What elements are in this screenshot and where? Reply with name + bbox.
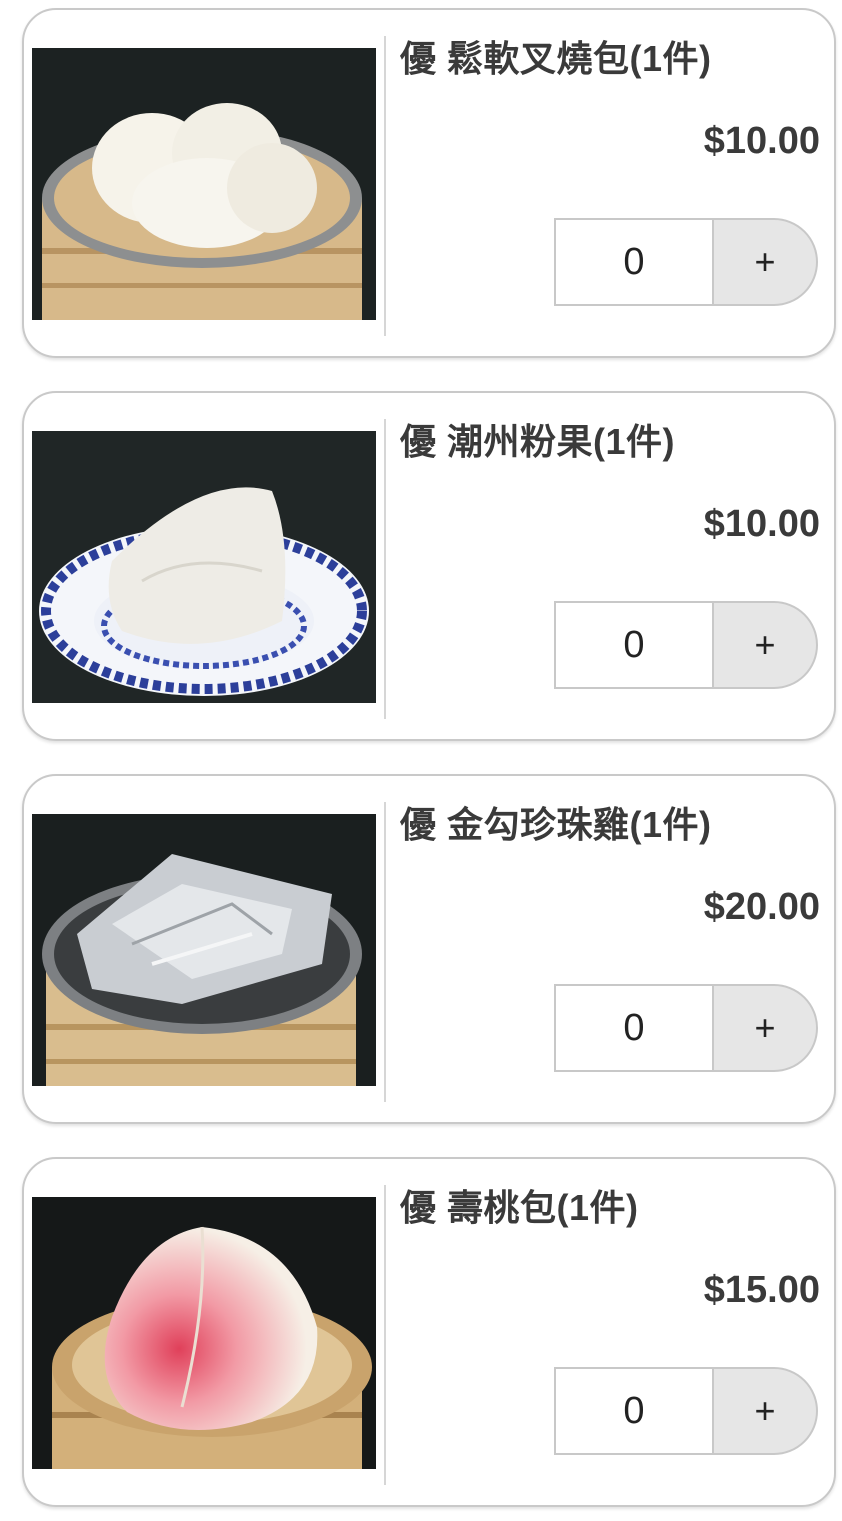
quantity-input[interactable] xyxy=(554,984,712,1072)
card-divider xyxy=(384,802,386,1102)
card-divider xyxy=(384,1185,386,1485)
quantity-input[interactable] xyxy=(554,1367,712,1455)
item-photo xyxy=(32,48,376,320)
add-quantity-button[interactable]: + xyxy=(712,984,818,1072)
menu-item-card: 優 壽桃包(1件) $15.00 + xyxy=(22,1157,836,1507)
menu-item-card: 優 鬆軟叉燒包(1件) $10.00 + xyxy=(22,8,836,358)
quantity-input[interactable] xyxy=(554,218,712,306)
item-photo xyxy=(32,814,376,1086)
add-quantity-button[interactable]: + xyxy=(712,601,818,689)
menu-item-card: 優 潮州粉果(1件) $10.00 + xyxy=(22,391,836,741)
quantity-input[interactable] xyxy=(554,601,712,689)
item-price: $10.00 xyxy=(703,120,820,162)
add-quantity-button[interactable]: + xyxy=(712,218,818,306)
item-name: 優 金勾珍珠雞(1件) xyxy=(400,804,712,845)
item-name: 優 鬆軟叉燒包(1件) xyxy=(400,38,712,79)
item-photo xyxy=(32,431,376,703)
item-price: $15.00 xyxy=(703,1269,820,1311)
item-photo xyxy=(32,1197,376,1469)
card-divider xyxy=(384,419,386,719)
add-quantity-button[interactable]: + xyxy=(712,1367,818,1455)
card-divider xyxy=(384,36,386,336)
item-name: 優 潮州粉果(1件) xyxy=(400,421,676,462)
item-name: 優 壽桃包(1件) xyxy=(400,1187,639,1228)
item-price: $10.00 xyxy=(703,503,820,545)
menu-item-card: 優 金勾珍珠雞(1件) $20.00 + xyxy=(22,774,836,1124)
item-price: $20.00 xyxy=(703,886,820,928)
